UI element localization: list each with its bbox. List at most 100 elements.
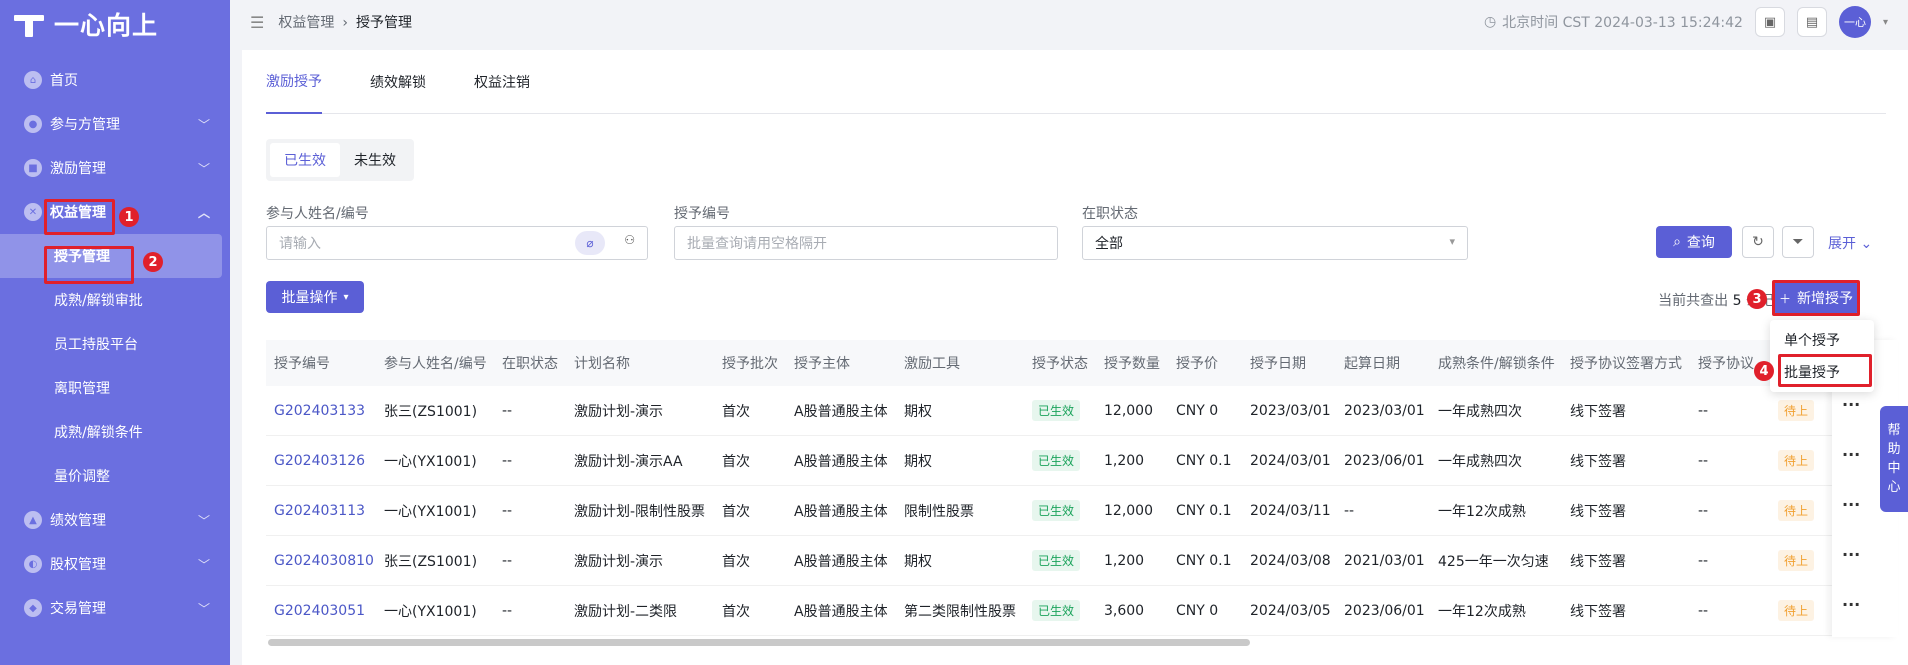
sidebar-item-label: 绩效管理 — [50, 513, 106, 529]
cell-entity: A股普通股主体 — [786, 551, 896, 571]
sidebar-nav: ⌂ 首页 ● 参与方管理 ﹀ ■ 激励管理 ﹀ ✕ 权益管理 ︿ 授予管理 成熟… — [0, 58, 230, 630]
sidebar-subitem-leave[interactable]: 离职管理 — [0, 366, 230, 410]
cell-cond: 一年成熟四次 — [1430, 451, 1562, 471]
sidebar-item-label: 股权管理 — [50, 557, 106, 573]
batch-operations-button[interactable]: 批量操作 ▾ — [266, 281, 364, 313]
status-badge: 已生效 — [1032, 600, 1081, 621]
tasks-button[interactable]: ▣ — [1754, 7, 1785, 37]
cell-code[interactable]: G202403113 — [266, 503, 376, 519]
segment-effective[interactable]: 已生效 — [270, 143, 340, 177]
cell-code[interactable]: G202403126 — [266, 453, 376, 469]
cell-cond: 一年成熟四次 — [1430, 401, 1562, 421]
column-header[interactable]: 授予批次 — [714, 353, 786, 373]
sidebar-item-equity[interactable]: ✕ 权益管理 ︿ — [0, 190, 230, 234]
table-row[interactable]: G202403051 一心(YX1001) -- 激励计划-二类限 首次 A股普通股主体第… — [266, 586, 1898, 636]
more-actions-icon[interactable]: ··· — [1842, 545, 1860, 564]
column-header[interactable]: 授予价 — [1168, 353, 1242, 373]
cell-agree: -- — [1690, 403, 1770, 419]
avatar[interactable]: 一心 — [1838, 6, 1871, 38]
cell-text: 线下签署 — [1570, 403, 1626, 420]
breadcrumb-item[interactable]: 权益管理 — [278, 15, 334, 31]
sidebar-item-performance[interactable]: ▲ 绩效管理 ﹀ — [0, 498, 230, 542]
cell-tool: 第二类限制性股票 — [896, 601, 1024, 621]
cell-text: -- — [502, 502, 513, 519]
tab-grant[interactable]: 激励授予 — [266, 50, 322, 114]
more-actions-icon[interactable]: ··· — [1842, 395, 1860, 414]
sidebar-item-trading[interactable]: ◆ 交易管理 ﹀ — [0, 586, 230, 630]
table-body: G202403133 张三(ZS1001) -- 激励计划-演示 首次 A股普通股主体 期权… — [266, 386, 1898, 636]
more-actions-icon[interactable]: ··· — [1842, 595, 1860, 614]
cell-code[interactable]: G202403051 — [266, 603, 376, 619]
cell-status: 已生效 — [1024, 550, 1096, 571]
cell-emp: -- — [494, 553, 566, 569]
table-row[interactable]: G2024030810 张三(ZS1001) -- 激励计划-演示 首次 A股普通股主体期… — [266, 536, 1898, 586]
sidebar-subitem-label: 成熟/解锁审批 — [54, 293, 143, 309]
more-actions-icon[interactable]: ··· — [1842, 495, 1860, 514]
column-header[interactable]: 授予状态 — [1024, 353, 1096, 373]
participant-input[interactable]: 请输入 ⌀ ⚇ — [266, 226, 648, 260]
logo[interactable]: 一心向上 — [0, 0, 230, 48]
expand-link[interactable]: 展开 ⌄ — [1828, 233, 1872, 253]
column-header[interactable]: 在职状态 — [494, 353, 566, 373]
cell-sign: 线下签署 — [1562, 551, 1690, 571]
cell-code[interactable]: G202403133 — [266, 403, 376, 419]
column-header[interactable]: 起算日期 — [1336, 353, 1430, 373]
cell-start: 2023/06/01 — [1336, 453, 1430, 469]
docs-button[interactable]: ▤ — [1796, 7, 1827, 37]
participant-label: 参与人姓名/编号 — [266, 206, 369, 222]
sidebar-item-incentive[interactable]: ■ 激励管理 ﹀ — [0, 146, 230, 190]
horizontal-scrollbar[interactable] — [268, 639, 1250, 646]
cell-agree: -- — [1690, 453, 1770, 469]
more-actions-icon[interactable]: ··· — [1842, 445, 1860, 464]
column-header[interactable]: 授予数量 — [1096, 353, 1168, 373]
cell-text: -- — [502, 552, 513, 569]
cell-plan: 激励计划-演示AA — [566, 451, 714, 471]
scan-icon[interactable]: ⌀ — [575, 231, 605, 255]
sidebar-item-shares[interactable]: ◐ 股权管理 ﹀ — [0, 542, 230, 586]
cell-tool: 期权 — [896, 551, 1024, 571]
collapse-menu-icon[interactable]: ☰ — [250, 13, 264, 32]
status-select[interactable]: 全部 ▾ — [1082, 226, 1468, 260]
table-row[interactable]: G202403133 张三(ZS1001) -- 激励计划-演示 首次 A股普通股主体 期权… — [266, 386, 1898, 436]
query-button[interactable]: ⌕ 查询 — [1656, 226, 1732, 258]
table-row[interactable]: G202403126 一心(YX1001) -- 激励计划-演示AA 首次 A股普通股主体… — [266, 436, 1898, 486]
column-header[interactable]: 授予编号 — [266, 353, 376, 373]
cell-text: 待上 — [1778, 450, 1815, 471]
performance-icon: ▲ — [24, 511, 42, 529]
table-row[interactable]: G202403113 一心(YX1001) -- 激励计划-限制性股票 首次 A股普通股主… — [266, 486, 1898, 536]
highlight-box-add-grant — [1772, 280, 1860, 316]
column-header[interactable]: 成熟条件/解锁条件 — [1430, 353, 1562, 373]
column-header[interactable]: 计划名称 — [566, 353, 714, 373]
column-header[interactable]: 激励工具 — [896, 353, 1024, 373]
sidebar-subitem-vesting-approval[interactable]: 成熟/解锁审批 — [0, 278, 230, 322]
cell-price: CNY 0 — [1168, 603, 1242, 619]
group-icon[interactable]: ⚇ — [624, 233, 635, 247]
column-header[interactable]: 授予协议签署方式 — [1562, 353, 1690, 373]
cell-code[interactable]: G2024030810 — [266, 553, 376, 569]
sidebar-item-home[interactable]: ⌂ 首页 — [0, 58, 230, 102]
tab-performance-unlock[interactable]: 绩效解锁 — [370, 50, 426, 114]
sidebar-item-participants[interactable]: ● 参与方管理 ﹀ — [0, 102, 230, 146]
tab-equity-cancel[interactable]: 权益注销 — [474, 50, 530, 114]
refresh-button[interactable]: ↻ — [1742, 226, 1774, 258]
sidebar-subitem-esop-platform[interactable]: 员工持股平台 — [0, 322, 230, 366]
sidebar-subitem-price-adjust[interactable]: 量价调整 — [0, 454, 230, 498]
sidebar-item-label: 交易管理 — [50, 601, 106, 617]
cell-text: 3,600 — [1104, 602, 1145, 619]
filter-button[interactable]: ⏷ — [1782, 226, 1814, 258]
cell-tool: 限制性股票 — [896, 501, 1024, 521]
cell-text: 2024/03/08 — [1250, 552, 1331, 569]
chevron-down-icon[interactable]: ▾ — [1883, 17, 1888, 28]
column-header[interactable]: 参与人姓名/编号 — [376, 353, 494, 373]
column-header[interactable]: 授予日期 — [1242, 353, 1336, 373]
grant-code-input[interactable]: 批量查询请用空格隔开 — [674, 226, 1058, 260]
chevron-down-icon: ▾ — [1449, 235, 1455, 248]
table-header: 授予编号 参与人姓名/编号 在职状态 计划名称 授予批次 授予主体 激励工具 授… — [266, 340, 1898, 386]
segment-not-effective[interactable]: 未生效 — [340, 143, 410, 177]
help-char: 帮 — [1887, 423, 1901, 438]
help-center-button[interactable]: 帮 助 中 心 — [1880, 406, 1908, 512]
menu-item-single-grant[interactable]: 单个授予 — [1770, 324, 1874, 356]
sidebar-subitem-vesting-conditions[interactable]: 成熟/解锁条件 — [0, 410, 230, 454]
cell-status: 已生效 — [1024, 600, 1096, 621]
column-header[interactable]: 授予主体 — [786, 353, 896, 373]
